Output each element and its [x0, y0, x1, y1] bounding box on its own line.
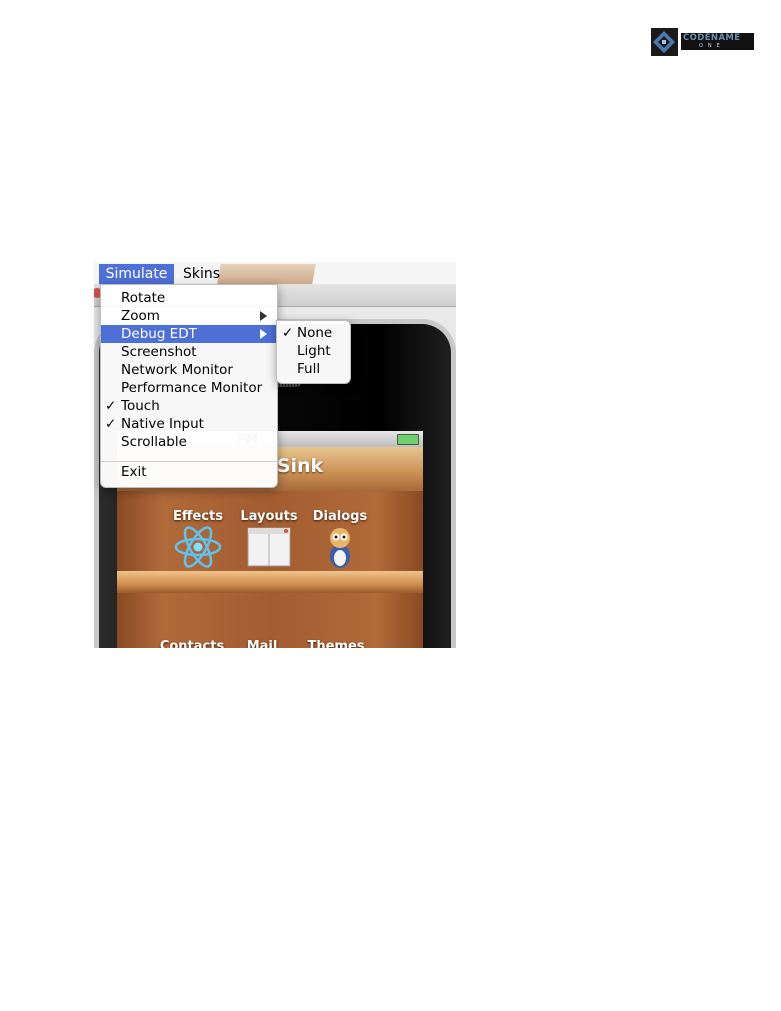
menu-item-label: Zoom	[121, 308, 160, 324]
menu-item-performance-monitor[interactable]: Performance Monitor	[101, 379, 277, 397]
app-contacts[interactable]: Contacts	[157, 639, 227, 648]
app-label: Layouts	[240, 509, 298, 524]
logo-mark-icon	[651, 28, 678, 56]
submenu-arrow-icon	[260, 329, 267, 339]
codename-one-logo: CODENAME ONE	[651, 28, 755, 56]
menu-item-label: Scrollable	[121, 434, 187, 450]
menu-item-label: Debug EDT	[121, 326, 197, 342]
app-themes[interactable]: Themes	[301, 639, 371, 648]
checkmark-icon: ✓	[105, 398, 117, 414]
menu-simulate[interactable]: Simulate	[99, 264, 174, 284]
menu-item-exit[interactable]: Exit	[101, 463, 277, 481]
menu-item-touch[interactable]: ✓ Touch	[101, 397, 277, 415]
menu-item-network-monitor[interactable]: Network Monitor	[101, 361, 277, 379]
app-title-text: Sink	[276, 455, 324, 477]
submenu-item-label: Light	[297, 343, 331, 359]
menu-item-label: Performance Monitor	[121, 380, 263, 396]
window-edge	[217, 264, 316, 284]
submenu-item-label: Full	[297, 361, 321, 377]
menu-bar: Simulate Skins	[94, 262, 456, 284]
submenu-arrow-icon	[260, 311, 267, 321]
layout-window-icon	[247, 527, 291, 567]
logo-word: CODENAME	[683, 33, 741, 43]
simulate-menu: Rotate Zoom Debug EDT Screenshot Network…	[100, 284, 278, 488]
menu-item-label: Rotate	[121, 290, 166, 306]
menu-separator	[101, 461, 277, 462]
app-mail[interactable]: Mail	[227, 639, 297, 648]
submenu-item-none[interactable]: ✓ None	[277, 324, 350, 342]
checkmark-icon: ✓	[105, 416, 117, 432]
app-effects[interactable]: Effects	[163, 509, 233, 574]
app-label: Dialogs	[312, 509, 368, 524]
menu-item-label: Network Monitor	[121, 362, 233, 378]
atom-icon	[174, 526, 222, 568]
checkmark-icon: ✓	[282, 325, 294, 341]
app-label: Themes	[307, 639, 365, 648]
app-dialogs[interactable]: Dialogs	[305, 509, 375, 574]
menu-skins[interactable]: Skins	[183, 264, 220, 284]
menu-item-label: Screenshot	[121, 344, 197, 360]
submenu-item-full[interactable]: Full	[277, 360, 350, 378]
menu-item-label: Native Input	[121, 416, 204, 432]
app-label: Mail	[246, 639, 278, 648]
app-label: Effects	[173, 509, 223, 524]
app-label: Contacts	[159, 639, 225, 648]
menu-item-label: Exit	[121, 464, 147, 480]
menu-item-scrollable[interactable]: Scrollable	[101, 433, 277, 451]
app-layouts[interactable]: Layouts	[234, 509, 304, 572]
menu-item-debug-edt[interactable]: Debug EDT	[101, 325, 277, 343]
menu-item-zoom[interactable]: Zoom	[101, 307, 277, 325]
debug-edt-submenu: ✓ None Light Full	[276, 320, 351, 384]
menu-item-rotate[interactable]: Rotate	[101, 289, 277, 307]
menu-item-native-input[interactable]: ✓ Native Input	[101, 415, 277, 433]
shelf-plank	[117, 571, 423, 593]
penguin-icon	[330, 528, 350, 568]
menu-item-screenshot[interactable]: Screenshot	[101, 343, 277, 361]
submenu-item-light[interactable]: Light	[277, 342, 350, 360]
battery-icon	[397, 434, 419, 445]
submenu-item-label: None	[297, 325, 333, 341]
menu-item-label: Touch	[121, 398, 160, 414]
logo-sub: ONE	[699, 43, 725, 49]
